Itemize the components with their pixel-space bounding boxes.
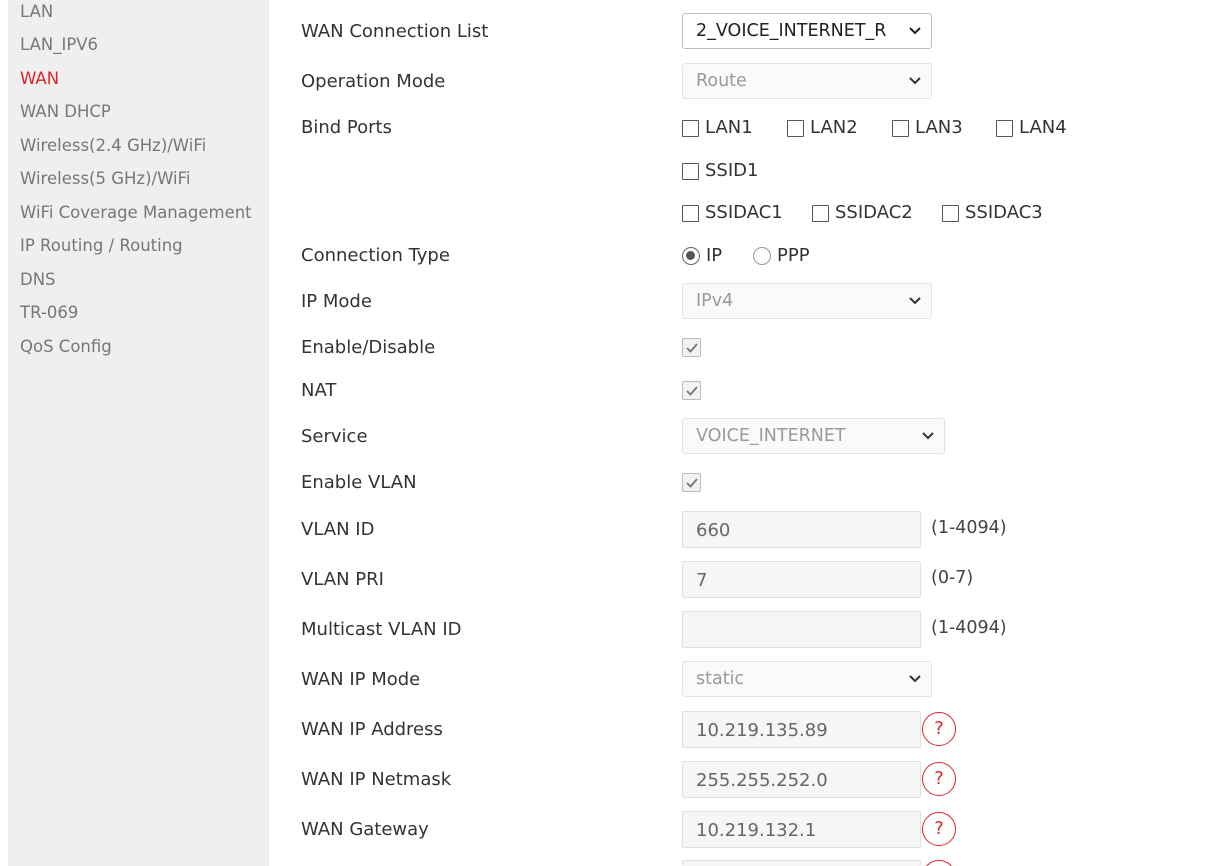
bind-port-lan2[interactable]: LAN2: [787, 117, 858, 139]
sidebar-item-lan[interactable]: LAN: [20, 2, 53, 22]
bind-ports-label: Bind Ports: [301, 117, 392, 138]
ip-mode-select[interactable]: IPv4: [682, 283, 932, 319]
wan-ip-mode-label: WAN IP Mode: [301, 669, 421, 690]
connection-type-ppp-radio[interactable]: PPP: [753, 245, 810, 267]
nat-checkbox[interactable]: [682, 381, 701, 400]
bind-port-label: LAN2: [810, 117, 858, 138]
multicast-vlan-id-range-hint: (1-4094): [931, 618, 1007, 638]
chevron-down-icon: [909, 64, 921, 98]
bind-port-label: LAN1: [705, 117, 753, 138]
connection-type-label: Connection Type: [301, 245, 450, 266]
wan-gateway-input[interactable]: 10.219.132.1: [682, 811, 921, 848]
sidebar-item-wireless-24[interactable]: Wireless(2.4 GHz)/WiFi: [20, 136, 206, 156]
chevron-down-icon: [922, 419, 934, 453]
connection-type-option: PPP: [777, 245, 810, 266]
sidebar-item-lan-ipv6[interactable]: LAN_IPV6: [20, 35, 98, 55]
bind-port-ssidac3[interactable]: SSIDAC3: [942, 202, 1043, 224]
checkbox[interactable]: [682, 119, 699, 137]
bind-port-ssid1[interactable]: SSID1: [682, 160, 758, 182]
multicast-vlan-id-input[interactable]: [682, 611, 921, 648]
checkbox[interactable]: [682, 204, 699, 222]
vlan-id-input[interactable]: 660: [682, 511, 921, 548]
bind-port-label: SSIDAC1: [705, 202, 783, 223]
connection-type-ip-radio[interactable]: IP: [682, 245, 722, 267]
vlan-id-label: VLAN ID: [301, 519, 375, 540]
check-icon: [686, 386, 698, 396]
sidebar-item-wifi-coverage[interactable]: WiFi Coverage Management: [20, 203, 252, 223]
wan-ip-mode-select[interactable]: static: [682, 661, 932, 697]
sidebar-item-tr069[interactable]: TR-069: [20, 303, 78, 323]
sidebar-item-ip-routing[interactable]: IP Routing / Routing: [20, 236, 183, 256]
sidebar-item-wireless-5[interactable]: Wireless(5 GHz)/WiFi: [20, 169, 190, 189]
sidebar-item-wan-dhcp[interactable]: WAN DHCP: [20, 102, 111, 122]
chevron-down-icon: [909, 662, 921, 696]
checkbox[interactable]: [996, 119, 1013, 137]
connection-type-option: IP: [706, 245, 723, 266]
bind-port-ssidac1[interactable]: SSIDAC1: [682, 202, 783, 224]
service-label: Service: [301, 426, 368, 447]
bind-port-label: LAN4: [1019, 117, 1067, 138]
sidebar: LAN LAN_IPV6 WAN WAN DHCP Wireless(2.4 G…: [8, 0, 269, 866]
bind-port-label: LAN3: [915, 117, 963, 138]
bind-port-lan3[interactable]: LAN3: [892, 117, 963, 139]
vlan-pri-label: VLAN PRI: [301, 569, 384, 590]
bind-port-lan4[interactable]: LAN4: [996, 117, 1067, 139]
ip-mode-label: IP Mode: [301, 291, 372, 312]
bind-port-lan1[interactable]: LAN1: [682, 117, 753, 139]
ip-mode-value: IPv4: [696, 291, 734, 311]
service-select[interactable]: VOICE_INTERNET: [682, 418, 945, 454]
checkbox[interactable]: [892, 119, 909, 137]
enable-vlan-label: Enable VLAN: [301, 472, 417, 493]
wan-ip-address-label: WAN IP Address: [301, 719, 443, 740]
radio-button[interactable]: [753, 247, 771, 265]
wan-ip-netmask-label: WAN IP Netmask: [301, 769, 452, 790]
help-icon-partial[interactable]: [922, 860, 956, 866]
sidebar-item-wan[interactable]: WAN: [20, 69, 59, 89]
wan-gateway-label: WAN Gateway: [301, 819, 429, 840]
help-icon[interactable]: ?: [922, 762, 956, 796]
next-row-input-partial[interactable]: [682, 860, 921, 866]
wan-ip-mode-value: static: [696, 669, 745, 689]
sidebar-item-dns[interactable]: DNS: [20, 270, 56, 290]
operation-mode-value: Route: [696, 71, 747, 91]
radio-button[interactable]: [682, 247, 700, 265]
operation-mode-select[interactable]: Route: [682, 63, 932, 99]
checkbox[interactable]: [942, 204, 959, 222]
help-icon[interactable]: ?: [922, 712, 956, 746]
bind-port-label: SSIDAC2: [835, 202, 913, 223]
vlan-pri-range-hint: (0-7): [931, 568, 974, 588]
check-icon: [686, 478, 698, 488]
vlan-id-range-hint: (1-4094): [931, 518, 1007, 538]
chevron-down-icon: [909, 14, 921, 48]
nat-label: NAT: [301, 380, 337, 401]
wan-connection-list-select[interactable]: 2_VOICE_INTERNET_R: [682, 13, 932, 49]
vlan-pri-input[interactable]: 7: [682, 561, 921, 598]
checkbox[interactable]: [812, 204, 829, 222]
help-icon[interactable]: ?: [922, 812, 956, 846]
sidebar-item-qos-config[interactable]: QoS Config: [20, 337, 112, 357]
checkbox[interactable]: [682, 162, 699, 180]
service-value: VOICE_INTERNET: [696, 426, 846, 446]
enable-disable-checkbox[interactable]: [682, 338, 701, 357]
operation-mode-label: Operation Mode: [301, 71, 446, 92]
chevron-down-icon: [909, 284, 921, 318]
wan-connection-list-value: 2_VOICE_INTERNET_R: [696, 21, 887, 41]
wan-ip-address-input[interactable]: 10.219.135.89: [682, 711, 921, 748]
multicast-vlan-id-label: Multicast VLAN ID: [301, 619, 462, 640]
checkbox[interactable]: [787, 119, 804, 137]
bind-port-label: SSID1: [705, 160, 759, 181]
bind-port-label: SSIDAC3: [965, 202, 1043, 223]
bind-port-ssidac2[interactable]: SSIDAC2: [812, 202, 913, 224]
wan-connection-list-label: WAN Connection List: [301, 21, 489, 42]
enable-disable-label: Enable/Disable: [301, 337, 436, 358]
check-icon: [686, 343, 698, 353]
wan-ip-netmask-input[interactable]: 255.255.252.0: [682, 761, 921, 798]
enable-vlan-checkbox[interactable]: [682, 473, 701, 492]
